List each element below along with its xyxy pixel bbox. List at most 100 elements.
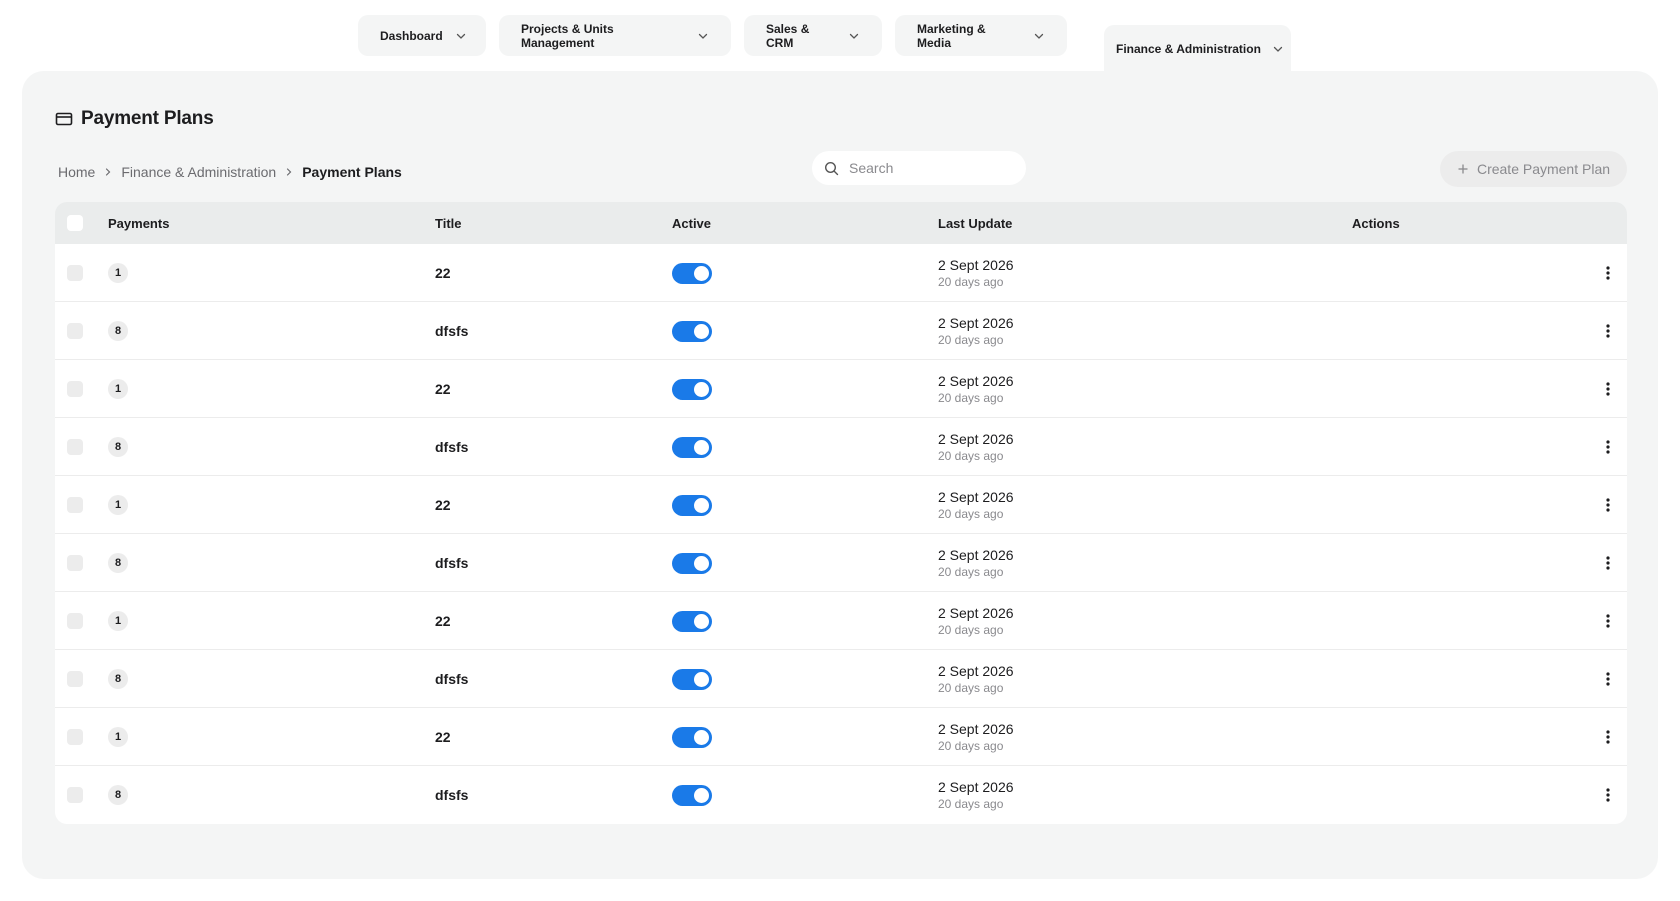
last-update-date: 2 Sept 2026 — [938, 373, 1014, 389]
payments-count-badge: 8 — [108, 785, 128, 805]
main-panel: Payment Plans Home Finance & Administrat… — [22, 71, 1658, 879]
last-update-date: 2 Sept 2026 — [938, 779, 1014, 795]
row-checkbox[interactable] — [67, 671, 83, 687]
column-header-active[interactable]: Active — [672, 202, 711, 244]
nav-tab-label: Sales & CRM — [766, 21, 810, 50]
last-update-date: 2 Sept 2026 — [938, 315, 1014, 331]
chevron-right-icon — [103, 167, 113, 177]
row-checkbox[interactable] — [67, 787, 83, 803]
column-header-actions: Actions — [1352, 215, 1400, 231]
credit-card-icon — [55, 110, 73, 128]
table-row[interactable]: 8 dfsfs 2 Sept 2026 20 days ago — [55, 302, 1627, 360]
more-vertical-icon[interactable] — [1601, 322, 1615, 340]
plan-title: 22 — [435, 497, 451, 513]
table-row[interactable]: 1 22 2 Sept 2026 20 days ago — [55, 360, 1627, 418]
active-toggle[interactable] — [672, 552, 712, 574]
plan-title: dfsfs — [435, 787, 469, 803]
nav-tab-dashboard[interactable]: Dashboard — [358, 15, 486, 56]
page-title: Payment Plans — [55, 108, 214, 130]
payments-count-badge: 1 — [108, 727, 128, 747]
row-checkbox[interactable] — [67, 555, 83, 571]
nav-tab-label: Finance & Administration — [1116, 41, 1261, 56]
last-update-relative: 20 days ago — [938, 333, 1004, 347]
active-toggle[interactable] — [672, 784, 712, 806]
row-checkbox[interactable] — [67, 613, 83, 629]
active-toggle[interactable] — [672, 726, 712, 748]
chevron-down-icon — [455, 30, 467, 42]
table-row[interactable]: 8 dfsfs 2 Sept 2026 20 days ago — [55, 534, 1627, 592]
payments-count-badge: 8 — [108, 553, 128, 573]
more-vertical-icon[interactable] — [1601, 554, 1615, 572]
row-checkbox[interactable] — [67, 729, 83, 745]
more-vertical-icon[interactable] — [1601, 496, 1615, 514]
breadcrumb-home[interactable]: Home — [58, 164, 95, 180]
more-vertical-icon[interactable] — [1601, 612, 1615, 630]
nav-tab-label: Dashboard — [380, 28, 443, 43]
breadcrumb: Home Finance & Administration Payment Pl… — [58, 164, 402, 180]
last-update-relative: 20 days ago — [938, 623, 1004, 637]
table-row[interactable]: 8 dfsfs 2 Sept 2026 20 days ago — [55, 418, 1627, 476]
payments-count-badge: 1 — [108, 611, 128, 631]
more-vertical-icon[interactable] — [1601, 670, 1615, 688]
nav-tab-marketing[interactable]: Marketing & Media — [895, 15, 1067, 56]
more-vertical-icon[interactable] — [1601, 438, 1615, 456]
plan-title: 22 — [435, 729, 451, 745]
table-row[interactable]: 1 22 2 Sept 2026 20 days ago — [55, 592, 1627, 650]
top-navigation: Dashboard Projects & Units Management Sa… — [358, 15, 1067, 56]
last-update-date: 2 Sept 2026 — [938, 489, 1014, 505]
table-row[interactable]: 8 dfsfs 2 Sept 2026 20 days ago — [55, 766, 1627, 824]
plan-title: dfsfs — [435, 439, 469, 455]
last-update-relative: 20 days ago — [938, 797, 1004, 811]
breadcrumb-finance[interactable]: Finance & Administration — [121, 164, 276, 180]
last-update-date: 2 Sept 2026 — [938, 257, 1014, 273]
more-vertical-icon[interactable] — [1601, 380, 1615, 398]
active-toggle[interactable] — [672, 436, 712, 458]
active-toggle[interactable] — [672, 668, 712, 690]
active-toggle[interactable] — [672, 610, 712, 632]
last-update-relative: 20 days ago — [938, 565, 1004, 579]
active-toggle[interactable] — [672, 262, 712, 284]
active-toggle[interactable] — [672, 320, 712, 342]
table-row[interactable]: 1 22 2 Sept 2026 20 days ago — [55, 244, 1627, 302]
column-header-payments[interactable]: Payments — [108, 202, 169, 244]
payments-count-badge: 8 — [108, 669, 128, 689]
more-vertical-icon[interactable] — [1601, 728, 1615, 746]
more-vertical-icon[interactable] — [1601, 786, 1615, 804]
nav-tab-projects[interactable]: Projects & Units Management — [499, 15, 731, 56]
row-checkbox[interactable] — [67, 439, 83, 455]
breadcrumb-current: Payment Plans — [302, 164, 402, 180]
more-vertical-icon[interactable] — [1601, 264, 1615, 282]
payments-count-badge: 1 — [108, 263, 128, 283]
create-button-label: Create Payment Plan — [1476, 161, 1611, 177]
plan-title: dfsfs — [435, 555, 469, 571]
last-update-relative: 20 days ago — [938, 275, 1004, 289]
table-row[interactable]: 1 22 2 Sept 2026 20 days ago — [55, 476, 1627, 534]
payments-count-badge: 8 — [108, 437, 128, 457]
active-toggle[interactable] — [672, 494, 712, 516]
nav-tab-finance-active[interactable]: Finance & Administration — [1104, 25, 1291, 72]
last-update-relative: 20 days ago — [938, 391, 1004, 405]
table-row[interactable]: 8 dfsfs 2 Sept 2026 20 days ago — [55, 650, 1627, 708]
last-update-date: 2 Sept 2026 — [938, 721, 1014, 737]
last-update-date: 2 Sept 2026 — [938, 663, 1014, 679]
search-icon — [824, 161, 839, 176]
last-update-relative: 20 days ago — [938, 507, 1004, 521]
table-row[interactable]: 1 22 2 Sept 2026 20 days ago — [55, 708, 1627, 766]
row-checkbox[interactable] — [67, 497, 83, 513]
create-payment-plan-button[interactable]: Create Payment Plan — [1440, 151, 1627, 187]
last-update-relative: 20 days ago — [938, 681, 1004, 695]
last-update-relative: 20 days ago — [938, 739, 1004, 753]
plan-title: 22 — [435, 265, 451, 281]
payments-count-badge: 8 — [108, 321, 128, 341]
column-header-title[interactable]: Title — [435, 202, 462, 244]
row-checkbox[interactable] — [67, 265, 83, 281]
payment-plans-table: Payments Title Active Last Update Action… — [55, 202, 1627, 824]
row-checkbox[interactable] — [67, 381, 83, 397]
search-input[interactable] — [849, 160, 1019, 176]
select-all-checkbox[interactable] — [67, 215, 83, 231]
row-checkbox[interactable] — [67, 323, 83, 339]
nav-tab-label: Marketing & Media — [917, 21, 986, 50]
active-toggle[interactable] — [672, 378, 712, 400]
column-header-last-update[interactable]: Last Update — [938, 202, 1012, 244]
nav-tab-sales[interactable]: Sales & CRM — [744, 15, 882, 56]
